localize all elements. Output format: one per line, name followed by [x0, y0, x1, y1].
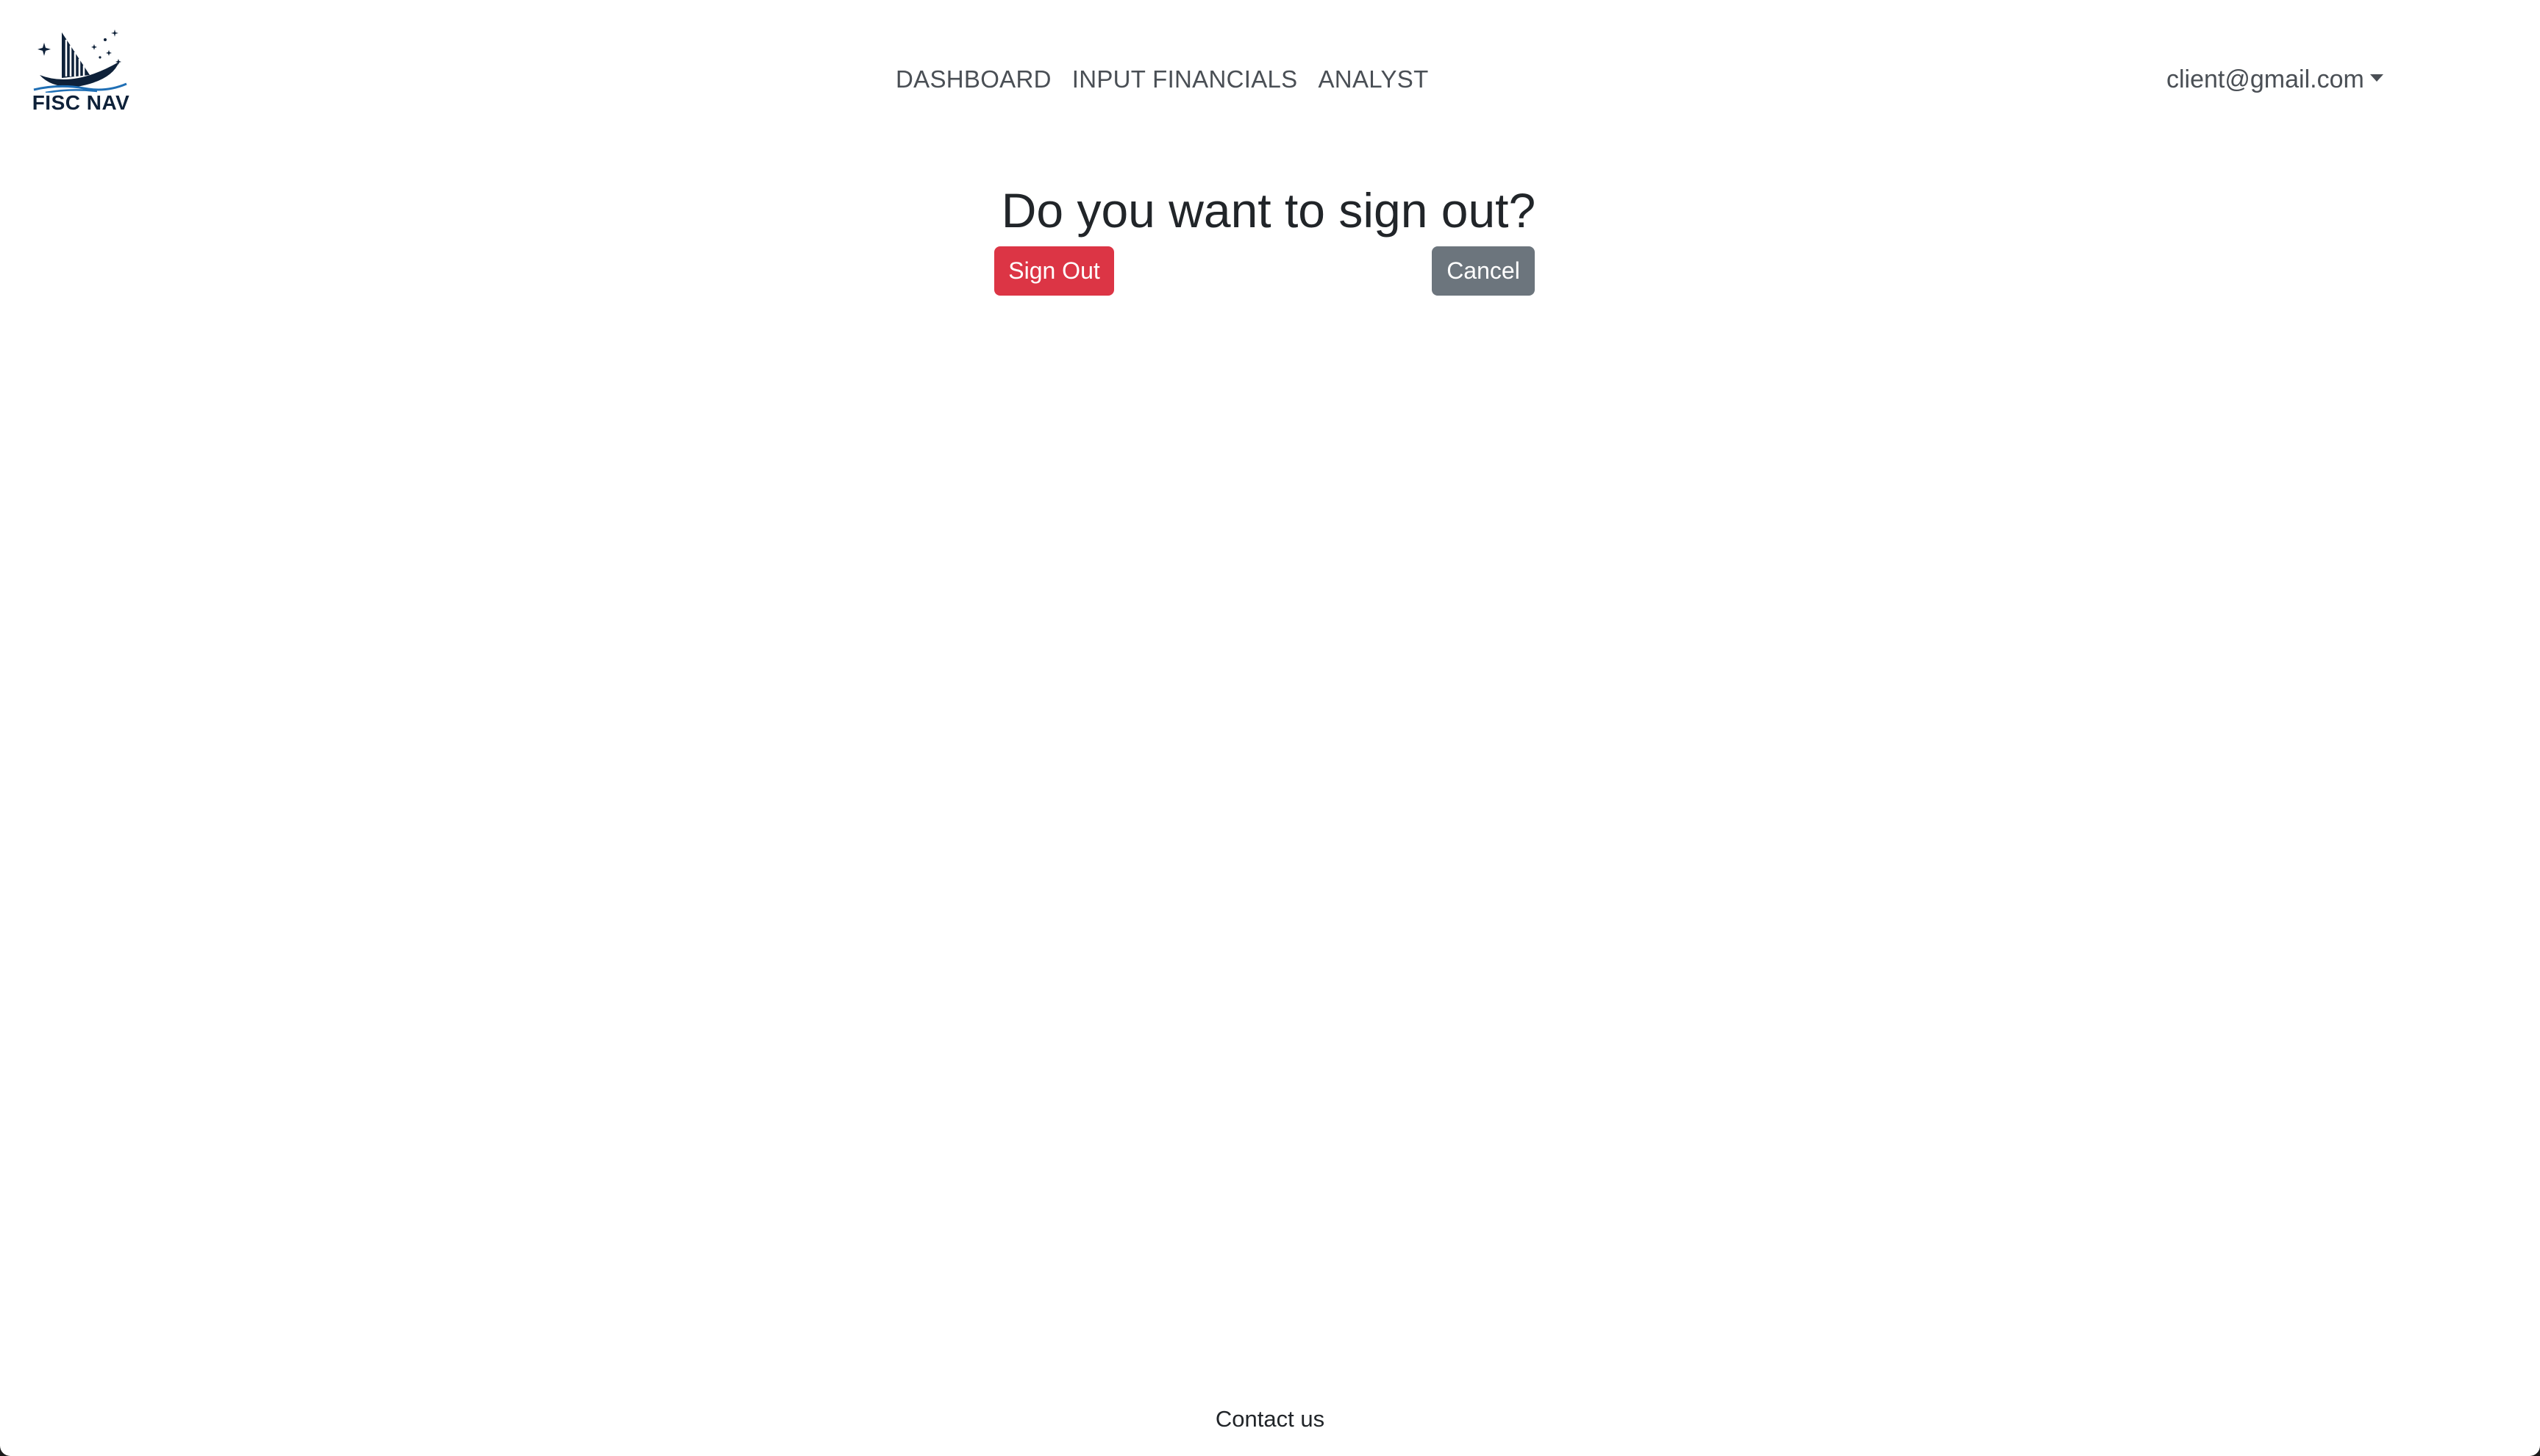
nav-link-analyst[interactable]: ANALYST — [1319, 63, 1429, 96]
caret-down-icon — [2369, 74, 2383, 82]
cancel-button[interactable]: Cancel — [1432, 246, 1535, 296]
main-nav: DASHBOARD INPUT FINANCIALS ANALYST — [896, 63, 1429, 96]
brand-logo[interactable]: FISC NAV — [29, 26, 132, 116]
page-title-text: Do you want to sign out? — [1001, 183, 1536, 238]
nav-link-dashboard[interactable]: DASHBOARD — [896, 63, 1052, 96]
footer: Contact us — [0, 1403, 2540, 1435]
contact-us-link[interactable]: Contact us — [1216, 1406, 1324, 1432]
page: FISC NAV DASHBOARD INPUT FINANCIALS ANAL… — [0, 0, 2540, 1456]
user-menu-dropdown[interactable]: client@gmail.com — [2166, 63, 2383, 96]
sailboat-stars-logo-icon — [33, 29, 127, 93]
brand-name: FISC NAV — [32, 91, 130, 114]
page-title: Do you want to sign out? — [0, 179, 2540, 241]
nav-link-input-financials[interactable]: INPUT FINANCIALS — [1072, 63, 1298, 96]
sign-out-button[interactable]: Sign Out — [994, 246, 1114, 296]
user-email: client@gmail.com — [2166, 65, 2364, 93]
